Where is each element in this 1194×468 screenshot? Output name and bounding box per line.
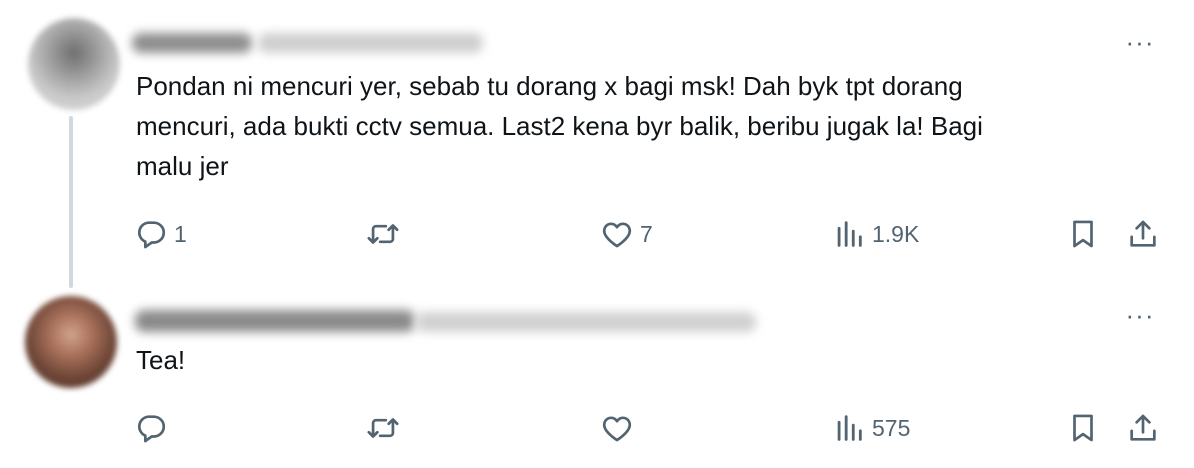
reply-button[interactable]: 1: [134, 214, 187, 254]
share-icon: [1130, 220, 1156, 247]
author-name-blurred[interactable]: [132, 33, 252, 53]
retweet-icon: [367, 224, 399, 244]
retweet-icon: [367, 418, 399, 438]
bookmark-icon: [1073, 220, 1093, 248]
like-button[interactable]: 7: [600, 214, 653, 254]
more-options-button[interactable]: ···: [1122, 29, 1158, 57]
reply-tweet: ··· Pondan ni mencuri yer, sebab tu dora…: [0, 0, 1194, 290]
view-count: 1.9K: [872, 220, 920, 247]
bookmark-button[interactable]: [1066, 214, 1100, 254]
like-count: 7: [640, 220, 653, 247]
action-bar: 1 7 1.9K: [0, 214, 1194, 254]
reply-tweet: ··· Tea! 575: [0, 290, 1194, 468]
views-icon: [837, 415, 862, 441]
more-options-button[interactable]: ···: [1122, 302, 1158, 330]
share-button[interactable]: [1126, 408, 1160, 448]
reply-count: 1: [174, 220, 187, 247]
views-button[interactable]: 1.9K: [832, 214, 919, 254]
author-handle-blurred[interactable]: [416, 312, 756, 332]
share-button[interactable]: [1126, 214, 1160, 254]
like-button[interactable]: [600, 408, 634, 448]
views-icon: [837, 221, 862, 247]
tweet-text: Tea!: [136, 345, 186, 375]
retweet-button[interactable]: [366, 214, 400, 254]
share-icon: [1130, 414, 1156, 441]
author-handle-blurred[interactable]: [258, 33, 483, 53]
thread-line: [69, 116, 73, 288]
view-count: 575: [872, 414, 911, 441]
bookmark-button[interactable]: [1066, 408, 1100, 448]
author-name-blurred[interactable]: [135, 310, 415, 332]
avatar[interactable]: [28, 18, 120, 110]
views-button[interactable]: 575: [832, 408, 910, 448]
retweet-button[interactable]: [366, 408, 400, 448]
reply-icon: [138, 221, 166, 249]
like-icon: [602, 222, 632, 248]
reply-icon: [138, 415, 166, 443]
reply-button[interactable]: [134, 408, 168, 448]
like-icon: [602, 416, 632, 442]
bookmark-icon: [1073, 414, 1093, 442]
tweet-text: Pondan ni mencuri yer, sebab tu dorang x…: [136, 71, 983, 181]
action-bar: 575: [0, 408, 1194, 448]
avatar[interactable]: [25, 296, 117, 388]
